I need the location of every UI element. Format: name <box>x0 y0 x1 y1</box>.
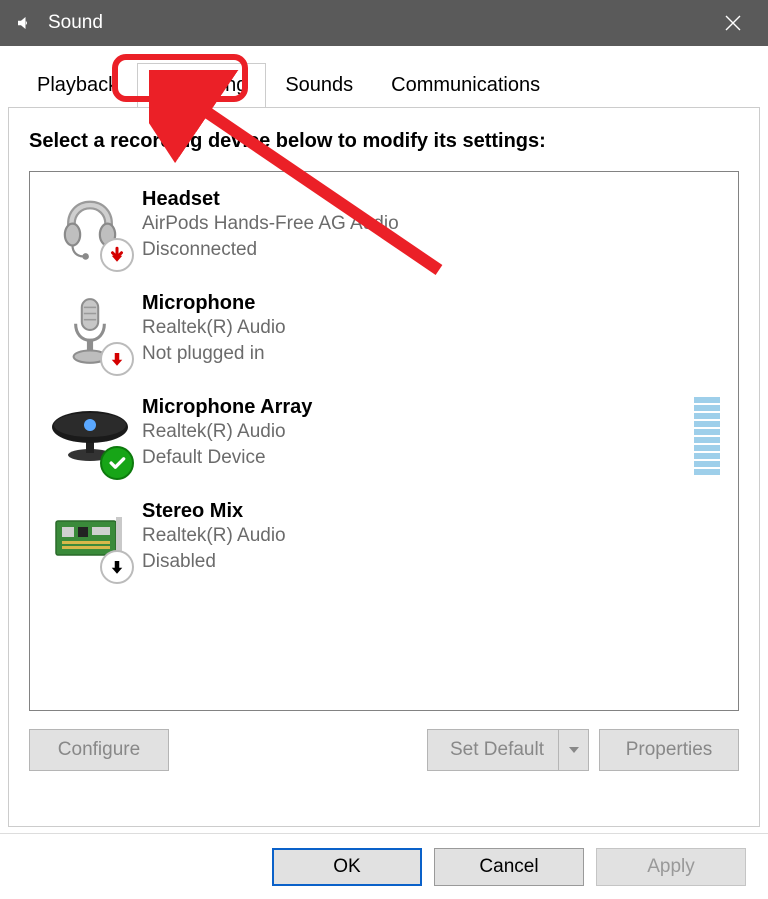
tab-recording[interactable]: Recording <box>137 63 266 108</box>
device-subtext: Realtek(R) Audio <box>142 315 726 341</box>
headset-icon <box>38 186 142 270</box>
configure-button[interactable]: Configure <box>29 729 169 771</box>
tab-playback[interactable]: Playback <box>18 63 137 108</box>
device-name: Headset <box>142 188 726 211</box>
titlebar: Sound <box>0 0 768 46</box>
device-subtext: Realtek(R) Audio <box>142 419 726 445</box>
device-subtext: Realtek(R) Audio <box>142 523 726 549</box>
dialog-footer: OK Cancel Apply <box>0 833 768 899</box>
level-meter <box>694 397 720 475</box>
tab-sounds[interactable]: Sounds <box>266 63 372 108</box>
panel-button-row: Configure Set Default Properties <box>29 729 739 771</box>
status-badge-down-icon <box>100 238 134 272</box>
tab-communications[interactable]: Communications <box>372 63 559 108</box>
apply-button[interactable]: Apply <box>596 848 746 886</box>
properties-button[interactable]: Properties <box>599 729 739 771</box>
device-status: Not plugged in <box>142 341 726 367</box>
set-default-dropdown-icon[interactable] <box>558 730 588 770</box>
device-name: Microphone <box>142 292 726 315</box>
tab-panel: Select a recording device below to modif… <box>8 107 760 827</box>
window-title: Sound <box>48 12 103 34</box>
device-status: Default Device <box>142 445 726 471</box>
status-badge-check-icon <box>100 446 134 480</box>
device-list[interactable]: Headset AirPods Hands-Free AG Audio Disc… <box>29 171 739 711</box>
device-name: Microphone Array <box>142 396 726 419</box>
sound-icon <box>14 13 34 33</box>
microphone-icon <box>38 290 142 374</box>
set-default-label: Set Default <box>450 739 566 761</box>
set-default-button[interactable]: Set Default <box>427 729 589 771</box>
device-row-microphone-array[interactable]: Microphone Array Realtek(R) Audio Defaul… <box>38 384 730 488</box>
status-badge-down-icon <box>100 342 134 376</box>
close-button[interactable] <box>710 0 756 46</box>
cancel-button[interactable]: Cancel <box>434 848 584 886</box>
instruction-text: Select a recording device below to modif… <box>29 130 739 153</box>
device-status: Disconnected <box>142 237 726 263</box>
device-row-microphone[interactable]: Microphone Realtek(R) Audio Not plugged … <box>38 280 730 384</box>
device-status: Disabled <box>142 549 726 575</box>
ok-button[interactable]: OK <box>272 848 422 886</box>
tab-strip: Playback Recording Sounds Communications <box>8 62 760 107</box>
device-row-stereo-mix[interactable]: Stereo Mix Realtek(R) Audio Disabled <box>38 488 730 592</box>
sound-card-icon <box>38 498 142 582</box>
device-name: Stereo Mix <box>142 500 726 523</box>
status-badge-disabled-icon <box>100 550 134 584</box>
webcam-icon <box>38 394 142 478</box>
device-subtext: AirPods Hands-Free AG Audio <box>142 211 726 237</box>
device-row-headset[interactable]: Headset AirPods Hands-Free AG Audio Disc… <box>38 176 730 280</box>
